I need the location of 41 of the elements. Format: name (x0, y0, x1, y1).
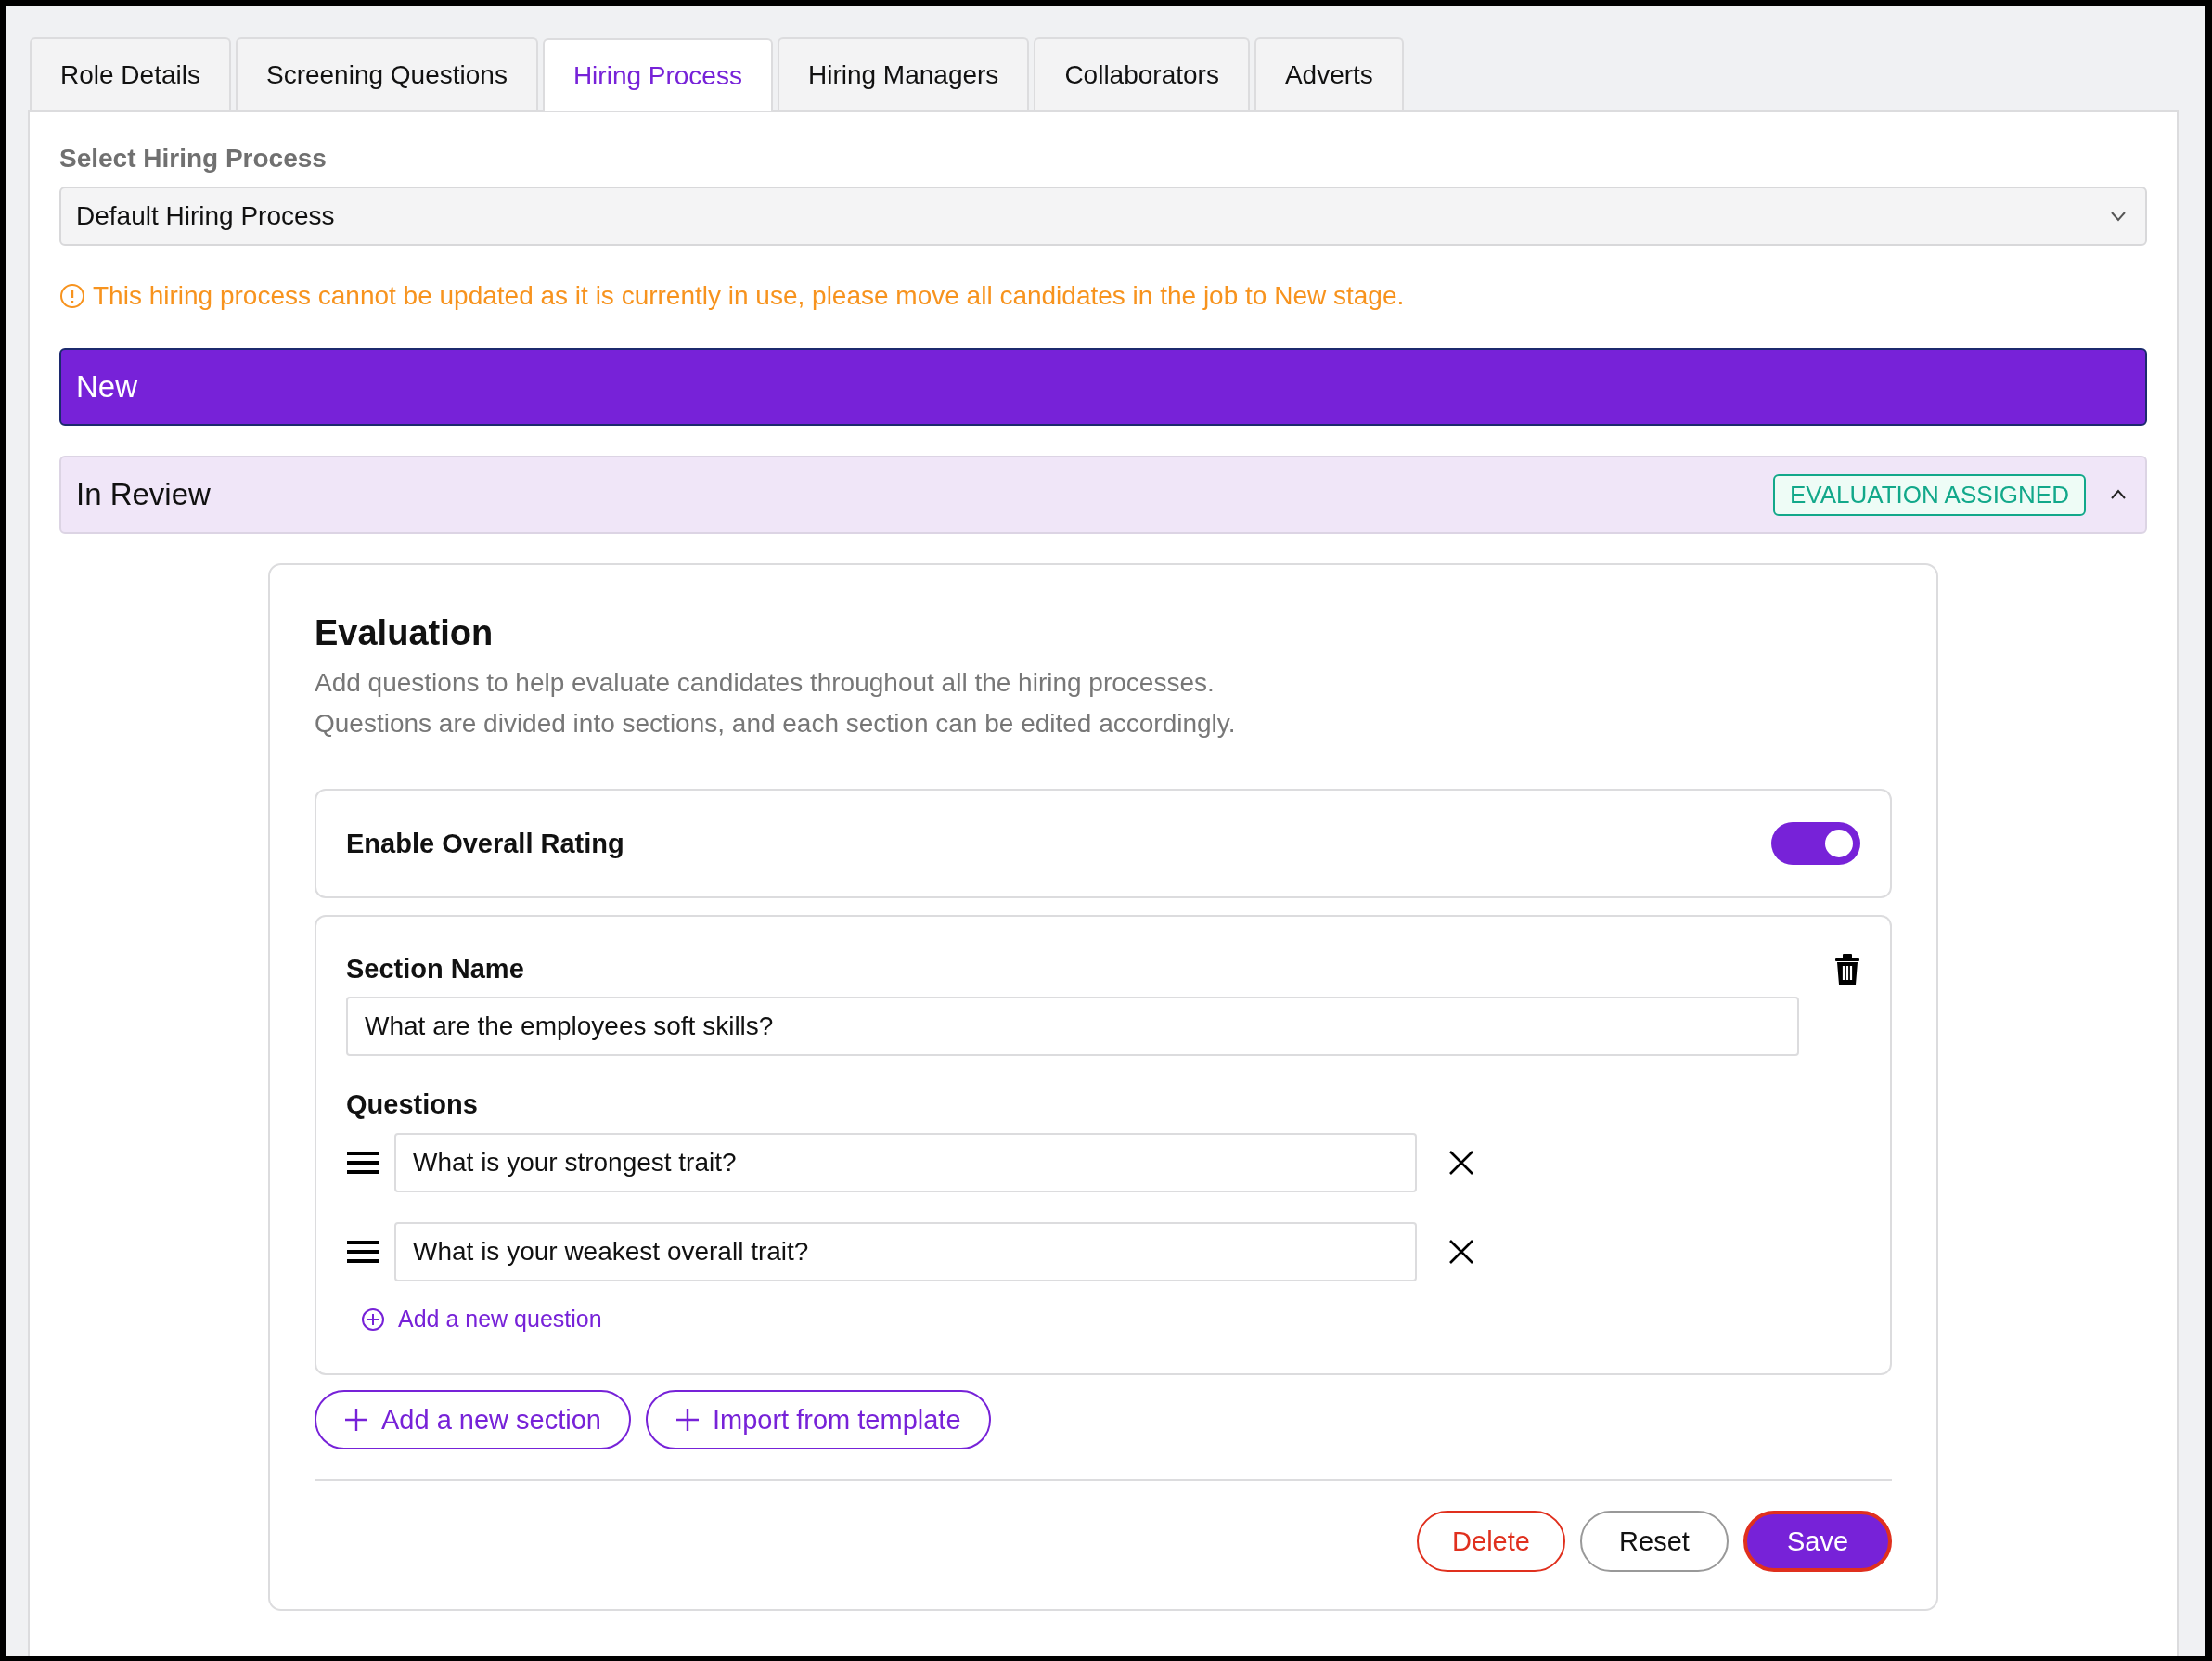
reset-button[interactable]: Reset (1580, 1511, 1729, 1572)
tab[interactable]: Role Details (30, 37, 231, 110)
save-button[interactable]: Save (1743, 1511, 1892, 1572)
warning-icon (59, 283, 85, 309)
stage-name: New (76, 369, 139, 405)
import-template-button[interactable]: Import from template (646, 1390, 991, 1449)
chevron-up-icon[interactable] (2110, 489, 2127, 500)
questions-label: Questions (346, 1089, 479, 1120)
description-text: Questions are divided into sections, and each section can be edited accordingly. (315, 708, 1237, 740)
tab[interactable]: Collaborators (1034, 37, 1250, 110)
tab[interactable]: Hiring Managers (777, 37, 1030, 110)
plus-icon (675, 1408, 700, 1432)
close-icon[interactable] (1448, 1150, 1474, 1176)
section-name-field[interactable]: What are the employees soft skills? (346, 997, 1799, 1056)
question-field[interactable]: What is your strongest trait? (394, 1133, 1417, 1192)
rating-label: Enable Overall Rating (346, 828, 624, 859)
chevron-down-icon (2110, 211, 2127, 222)
toggle-switch[interactable] (1771, 822, 1860, 865)
field-label: Select Hiring Process (59, 144, 328, 174)
trash-icon[interactable] (1834, 954, 1860, 985)
warning-message: This hiring process cannot be updated as it is currently in use, please move all candidates in the job to New stage. (93, 281, 1405, 311)
stage-bar[interactable]: New (59, 348, 2147, 426)
add-section-button[interactable]: Add a new section (315, 1390, 631, 1449)
status-badge: EVALUATION ASSIGNED (1773, 473, 2086, 516)
question-field[interactable]: What is your weakest overall trait? (394, 1222, 1417, 1281)
stage-name: In Review (76, 477, 212, 512)
tab[interactable]: Adverts (1254, 37, 1404, 110)
plus-circle-icon (361, 1307, 385, 1332)
hiring-process-select[interactable]: Default Hiring Process (59, 187, 2147, 246)
tab[interactable]: Screening Questions (235, 37, 538, 110)
evaluation-title: Evaluation (315, 613, 495, 653)
stage-bar[interactable]: In Review EVALUATION ASSIGNED (59, 456, 2147, 534)
description-text: Add questions to help evaluate candidates throughout all the hiring processes. (315, 667, 1215, 699)
delete-button[interactable]: Delete (1417, 1511, 1565, 1572)
add-question-link[interactable]: Add a new question (361, 1306, 1860, 1333)
drag-handle-icon[interactable] (346, 1150, 379, 1176)
drag-handle-icon[interactable] (346, 1239, 379, 1265)
close-icon[interactable] (1448, 1239, 1474, 1265)
tab[interactable]: Hiring Process (542, 38, 773, 111)
section-label: Section Name (346, 954, 524, 985)
plus-icon (344, 1408, 368, 1432)
